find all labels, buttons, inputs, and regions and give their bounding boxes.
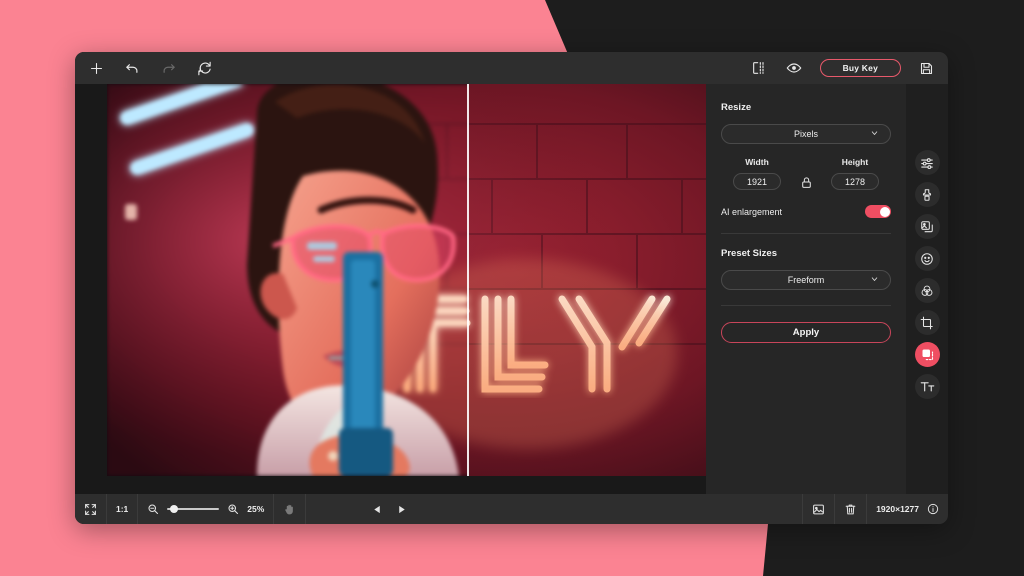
units-select-value: Pixels: [794, 129, 818, 139]
tool-background-images-icon[interactable]: [915, 214, 940, 239]
actual-size-button[interactable]: 1:1: [116, 504, 128, 514]
reset-icon[interactable]: [195, 59, 214, 78]
delete-group: [835, 494, 866, 524]
hand-pan-icon[interactable]: [283, 503, 296, 516]
height-field-group: Height: [819, 157, 891, 190]
tool-adjust-icon[interactable]: [915, 150, 940, 175]
aspect-lock-icon[interactable]: [793, 176, 819, 190]
actual-size-group: 1:1: [107, 494, 137, 524]
add-icon[interactable]: [87, 59, 106, 78]
tool-face-smiley-icon[interactable]: [915, 246, 940, 271]
top-toolbar: Buy Key: [75, 52, 948, 84]
zoom-slider[interactable]: [167, 504, 219, 514]
toggle-knob: [880, 207, 890, 217]
buy-key-button[interactable]: Buy Key: [820, 59, 901, 77]
width-label: Width: [745, 157, 769, 167]
panel-divider-1: [721, 233, 891, 234]
fit-to-screen-icon[interactable]: [84, 503, 97, 516]
next-image-icon[interactable]: [396, 504, 407, 515]
tool-retouch-stamp-icon[interactable]: [915, 182, 940, 207]
zoom-group: 25%: [138, 494, 273, 524]
split-compare-icon[interactable]: [750, 59, 769, 78]
zoom-level-value: 25%: [247, 504, 264, 514]
preset-sizes-value: Freeform: [788, 275, 825, 285]
before-image: [107, 84, 467, 476]
after-image: [467, 84, 718, 476]
status-bar: 1:1 25%: [75, 494, 948, 524]
photo-graphic: [107, 84, 467, 476]
canvas-area[interactable]: [75, 84, 706, 494]
panel-divider-2: [721, 305, 891, 306]
chevron-down-icon: [870, 275, 879, 286]
fit-group: [75, 494, 106, 524]
height-input[interactable]: [831, 173, 879, 190]
thumbnail-group: [803, 494, 834, 524]
preset-sizes-title: Preset Sizes: [721, 248, 891, 259]
tool-text-icon[interactable]: [915, 374, 940, 399]
toolbar-right-group: Buy Key: [750, 59, 936, 78]
units-select[interactable]: Pixels: [721, 124, 891, 144]
chevron-down-icon: [870, 129, 879, 140]
resize-section-title: Resize: [721, 102, 891, 113]
ai-enlargement-label: AI enlargement: [721, 207, 782, 217]
ai-enlargement-toggle[interactable]: [865, 205, 891, 218]
width-input[interactable]: [733, 173, 781, 190]
save-icon[interactable]: [917, 59, 936, 78]
tool-resize-icon[interactable]: [915, 342, 940, 367]
previous-image-icon[interactable]: [372, 504, 383, 515]
preset-sizes-select[interactable]: Freeform: [721, 270, 891, 290]
before-after-divider[interactable]: [467, 84, 469, 476]
divider: [305, 494, 306, 524]
dimensions-row: Width Height: [721, 157, 891, 190]
eye-preview-icon[interactable]: [785, 59, 804, 78]
zoom-slider-thumb[interactable]: [170, 505, 178, 513]
image-navigation-group: [372, 504, 407, 515]
window-body: Resize Pixels Width: [75, 84, 948, 494]
zoom-out-icon[interactable]: [147, 503, 159, 515]
toolbar-left-group: [87, 59, 214, 78]
image-preview[interactable]: [107, 84, 718, 476]
resize-panel: Resize Pixels Width: [706, 84, 906, 494]
app-window: Buy Key: [75, 52, 948, 524]
tool-crop-icon[interactable]: [915, 310, 940, 335]
tool-color-circles-icon[interactable]: [915, 278, 940, 303]
zoom-in-icon[interactable]: [227, 503, 239, 515]
tool-rail: [906, 84, 948, 494]
trash-icon[interactable]: [844, 503, 857, 516]
image-thumbnail-icon[interactable]: [812, 503, 825, 516]
width-field-group: Width: [721, 157, 793, 190]
height-label: Height: [842, 157, 868, 167]
image-dimensions-group: 1920×1277: [867, 494, 948, 524]
info-icon[interactable]: [927, 503, 939, 515]
photo-graphic-sharp: [467, 84, 718, 476]
undo-icon[interactable]: [123, 59, 142, 78]
pan-group: [274, 494, 305, 524]
apply-button[interactable]: Apply: [721, 322, 891, 343]
image-dimensions-value: 1920×1277: [876, 504, 919, 514]
redo-icon: [159, 59, 178, 78]
ai-enlargement-row: AI enlargement: [721, 205, 891, 218]
